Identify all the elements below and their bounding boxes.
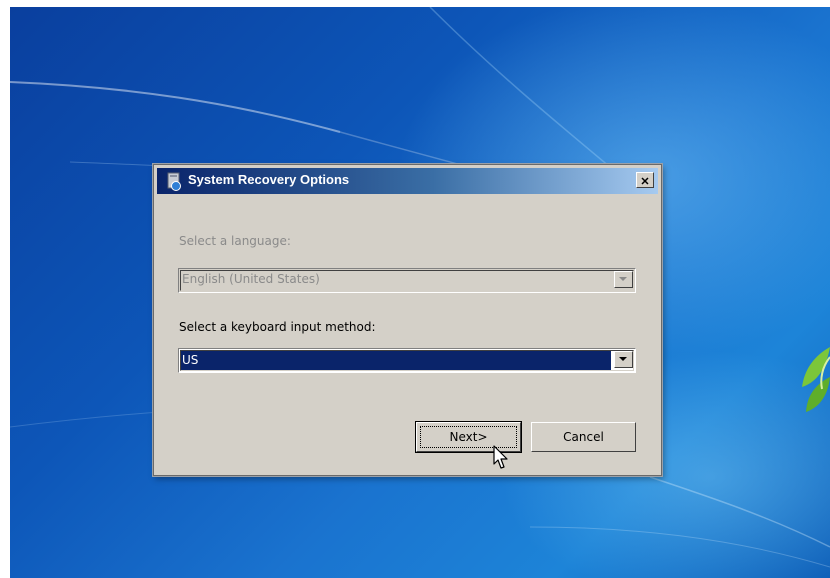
dialog-titlebar[interactable]: System Recovery Options ✕ [157, 168, 658, 194]
windows-logo-leaf [802, 347, 830, 412]
mouse-pointer-icon [493, 445, 508, 469]
keyboard-value: US [182, 353, 199, 367]
selection-highlight [181, 351, 611, 370]
cancel-button-label: Cancel [563, 430, 604, 444]
dialog-title: System Recovery Options [188, 172, 350, 187]
language-value: English (United States) [182, 272, 320, 286]
system-recovery-icon [164, 171, 184, 191]
keyboard-select[interactable]: US [178, 348, 636, 373]
language-dropdown-arrow [614, 271, 633, 288]
language-select: English (United States) [178, 268, 636, 293]
keyboard-dropdown-arrow[interactable] [614, 351, 633, 368]
language-label: Select a language: [179, 234, 291, 248]
keyboard-label: Select a keyboard input method: [179, 320, 376, 334]
close-button[interactable]: ✕ [636, 172, 654, 188]
next-button-label: Next> [449, 430, 488, 444]
close-icon: ✕ [640, 176, 650, 188]
cancel-button[interactable]: Cancel [531, 422, 636, 452]
system-recovery-dialog: System Recovery Options ✕ Select a langu… [153, 164, 662, 476]
